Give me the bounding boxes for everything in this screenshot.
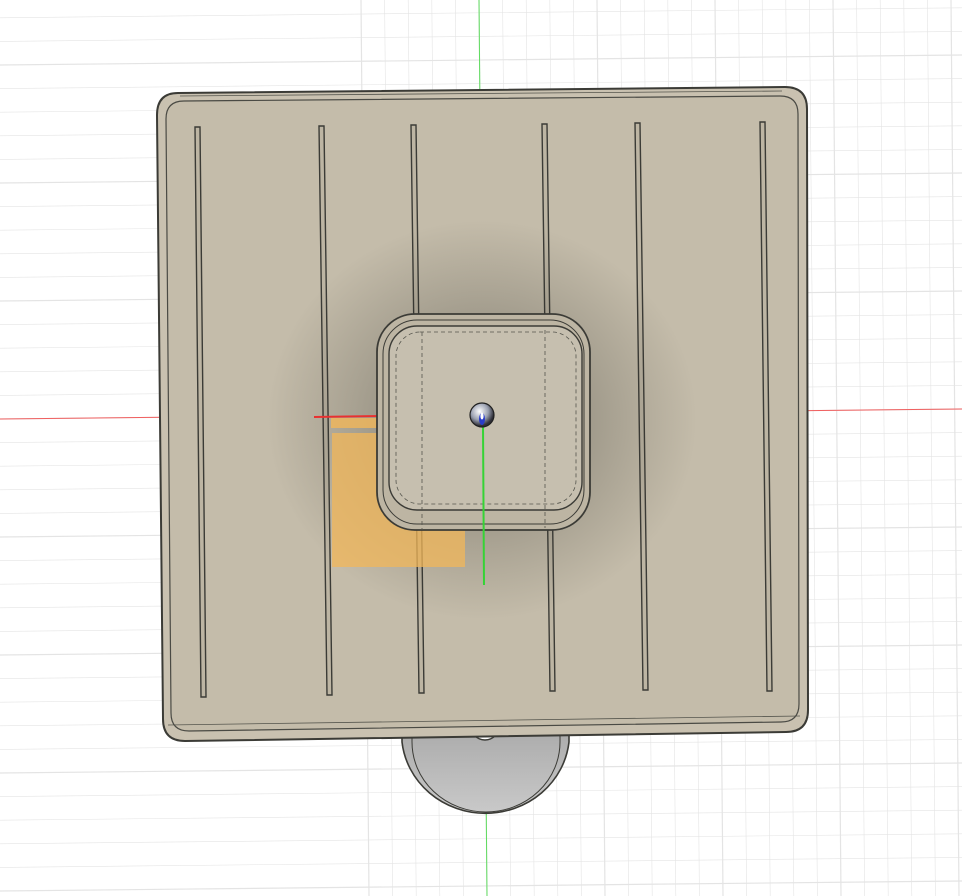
grid-line-horizontal	[0, 78, 962, 89]
grid-line-vertical	[903, 0, 913, 896]
grid-line-horizontal	[0, 857, 962, 868]
grid-line-horizontal	[0, 31, 962, 42]
grid-line-vertical	[856, 0, 865, 896]
grid-line-vertical	[809, 0, 818, 896]
grid-line-horizontal	[0, 833, 962, 845]
grid-line-vertical	[927, 0, 936, 896]
grid-line-vertical	[879, 0, 889, 896]
x-axis-highlight	[313, 415, 381, 418]
y-axis-overlay	[482, 424, 485, 586]
scene-canvas[interactable]	[0, 0, 962, 896]
origin-point-icon[interactable]	[469, 402, 495, 428]
grid-line-horizontal	[0, 880, 962, 892]
grid-line-vertical	[832, 0, 842, 896]
grid-line-vertical	[950, 0, 960, 896]
grid-line-horizontal	[0, 7, 962, 19]
cad-viewport[interactable]	[0, 0, 962, 896]
grid-line-horizontal	[0, 54, 962, 66]
